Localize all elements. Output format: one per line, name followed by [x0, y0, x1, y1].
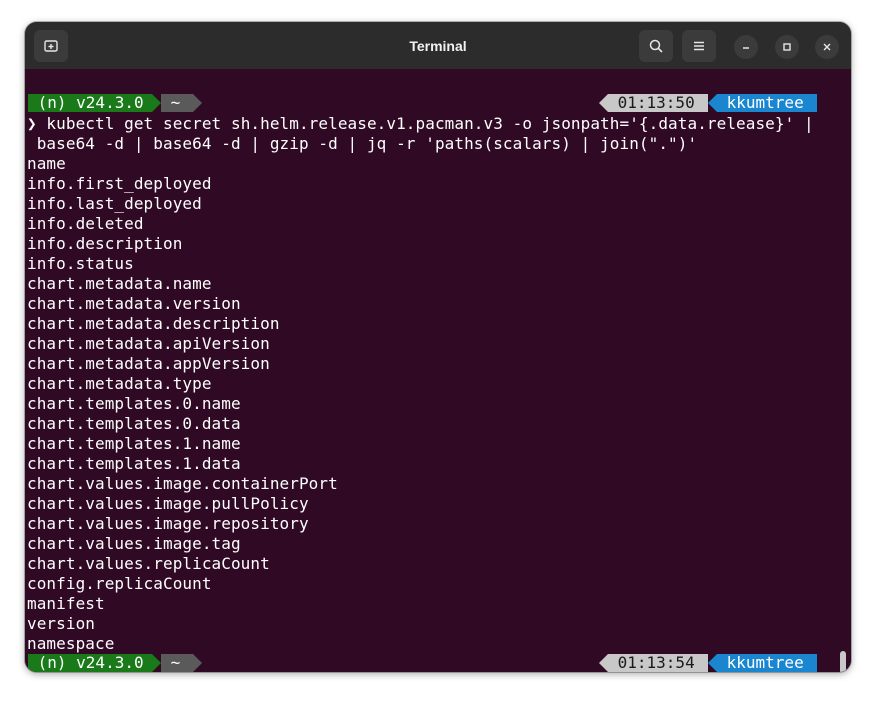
segment-separator: [599, 654, 608, 672]
terminal-window: Terminal (n) v24.3.0 ~ 01:13:50 kkumtree…: [25, 22, 851, 672]
output-line: chart.metadata.version: [27, 294, 241, 313]
search-button[interactable]: [639, 30, 673, 62]
segment-separator: [152, 654, 161, 672]
terminal-content[interactable]: (n) v24.3.0 ~ 01:13:50 kkumtree ❯ kubect…: [25, 69, 851, 672]
segment-separator: [193, 654, 202, 672]
context-segment: kkumtree: [717, 94, 817, 112]
output-line: config.replicaCount: [27, 574, 212, 593]
output-line: info.last_deployed: [27, 194, 202, 213]
output-line: info.description: [27, 234, 183, 253]
output-line: chart.templates.1.name: [27, 434, 241, 453]
output-line: manifest: [27, 594, 105, 613]
output-line: chart.values.image.tag: [27, 534, 241, 553]
output-line: chart.values.image.repository: [27, 514, 309, 533]
output-line: chart.templates.0.data: [27, 414, 241, 433]
command-line: ❯ kubectl get secret sh.helm.release.v1.…: [27, 114, 814, 133]
menu-button[interactable]: [682, 30, 716, 62]
output-line: namespace: [27, 634, 115, 653]
minimize-icon: [741, 42, 751, 52]
output-line: chart.values.image.containerPort: [27, 474, 338, 493]
maximize-icon: [782, 42, 792, 52]
output-line: chart.metadata.description: [27, 314, 280, 333]
segment-separator: [708, 94, 717, 112]
output-line: chart.templates.1.data: [27, 454, 241, 473]
segment-separator: [193, 94, 202, 112]
command-line-continued: base64 -d | base64 -d | gzip -d | jq -r …: [27, 134, 698, 153]
time-segment: 01:13:54: [608, 654, 708, 672]
time-segment: 01:13:50: [608, 94, 708, 112]
output-line: info.status: [27, 254, 134, 273]
output-line: chart.metadata.type: [27, 374, 212, 393]
close-icon: [822, 42, 832, 52]
output-line: chart.templates.0.name: [27, 394, 241, 413]
output-line: version: [27, 614, 95, 633]
output-line: chart.metadata.name: [27, 274, 212, 293]
output-line: chart.values.image.pullPolicy: [27, 494, 309, 513]
context-segment: kkumtree: [717, 654, 817, 672]
new-tab-icon: [43, 38, 59, 54]
window-title: Terminal: [409, 37, 467, 54]
scrollbar-thumb[interactable]: [840, 651, 846, 672]
hamburger-menu-icon: [692, 39, 706, 53]
new-tab-button[interactable]: [34, 30, 68, 62]
node-version-segment: (n) v24.3.0: [28, 93, 154, 112]
minimize-button[interactable]: [734, 35, 758, 59]
output-line: info.deleted: [27, 214, 144, 233]
output-line: chart.metadata.apiVersion: [27, 334, 270, 353]
segment-separator: [152, 94, 161, 112]
output-line: chart.metadata.appVersion: [27, 354, 270, 373]
title-bar: Terminal: [25, 22, 851, 69]
close-button[interactable]: [815, 35, 839, 59]
node-version-segment: (n) v24.3.0: [28, 653, 154, 672]
maximize-button[interactable]: [775, 35, 799, 59]
output-line: info.first_deployed: [27, 174, 212, 193]
output-line: name: [27, 154, 66, 173]
output-line: chart.values.replicaCount: [27, 554, 270, 573]
segment-separator: [708, 654, 717, 672]
directory-segment: ~: [161, 654, 193, 672]
directory-segment: ~: [161, 94, 193, 112]
search-icon: [648, 38, 664, 54]
segment-separator: [599, 94, 608, 112]
